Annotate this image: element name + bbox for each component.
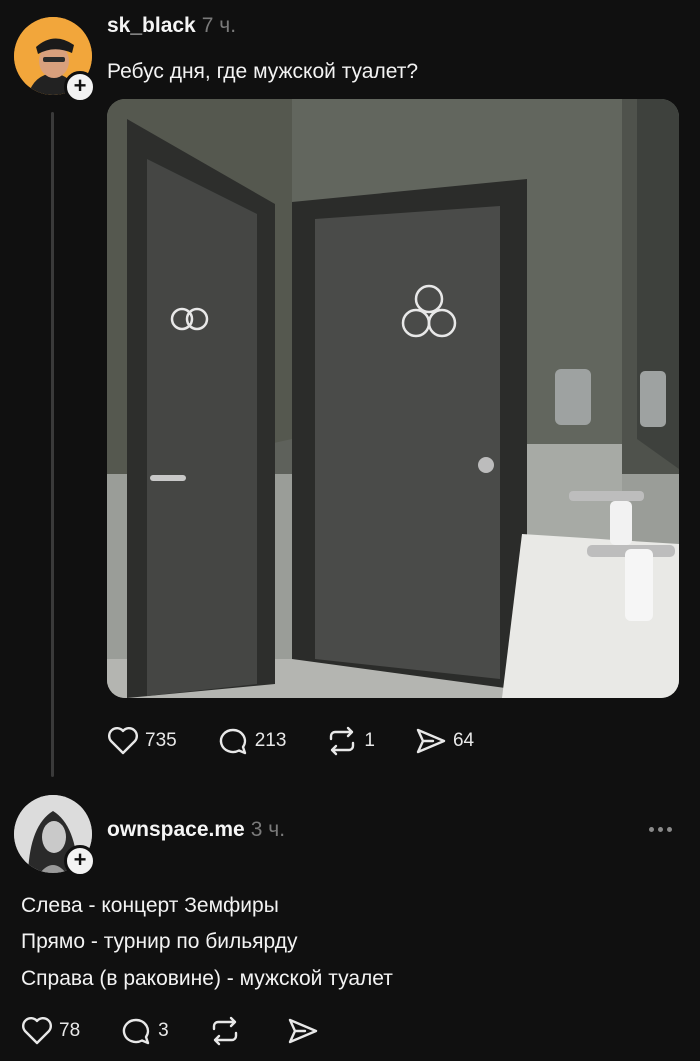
comment-icon — [219, 728, 246, 755]
like-count: 735 — [145, 730, 177, 751]
dot-icon — [649, 827, 654, 832]
reply-text-line: Слева - концерт Земфиры — [21, 894, 279, 917]
reply-actions: 78 3 — [21, 1016, 365, 1046]
repost-icon — [212, 1016, 237, 1046]
follow-button[interactable]: + — [64, 845, 96, 877]
username[interactable]: ownspace.me — [107, 818, 245, 841]
post-text: Ребус дня, где мужской туалет? — [107, 60, 419, 83]
post-photo[interactable] — [107, 99, 679, 698]
share-button[interactable]: 64 — [415, 726, 474, 756]
reply-text-line: Справа (в раковине) - мужской туалет — [21, 967, 393, 990]
share-button[interactable] — [287, 1016, 325, 1046]
more-options-button[interactable] — [649, 827, 672, 832]
comment-icon — [122, 1018, 150, 1045]
post-actions: 735 213 1 64 — [107, 726, 514, 756]
dot-icon — [658, 827, 663, 832]
reply-author[interactable]: ownspace.me 3 ч. — [107, 818, 285, 842]
dot-icon — [667, 827, 672, 832]
repost-button[interactable] — [209, 1016, 247, 1046]
repost-button[interactable]: 1 — [326, 726, 375, 756]
reply-text-line: Прямо - турнир по бильярду — [21, 930, 298, 953]
post-time: 7 ч. — [201, 14, 237, 37]
heart-icon — [108, 727, 138, 755]
comment-count: 213 — [254, 730, 287, 751]
send-icon — [416, 728, 446, 754]
post-author[interactable]: sk_black 7 ч. — [107, 14, 236, 38]
like-button[interactable]: 735 — [107, 726, 177, 756]
thread-line — [51, 112, 54, 777]
repost-icon — [330, 726, 355, 756]
restroom-doors-photo-icon — [107, 99, 679, 698]
like-button[interactable]: 78 — [21, 1016, 80, 1046]
share-count: 64 — [452, 730, 475, 751]
follow-button[interactable]: + — [64, 71, 96, 103]
reply-time: 3 ч. — [250, 818, 286, 841]
repost-count: 1 — [364, 730, 375, 751]
send-icon — [288, 1018, 317, 1044]
comment-button[interactable]: 213 — [217, 726, 287, 756]
heart-icon — [22, 1017, 52, 1045]
username[interactable]: sk_black — [107, 14, 196, 37]
comment-count: 3 — [158, 1020, 169, 1041]
comment-button[interactable]: 3 — [120, 1016, 169, 1046]
like-count: 78 — [59, 1020, 81, 1041]
